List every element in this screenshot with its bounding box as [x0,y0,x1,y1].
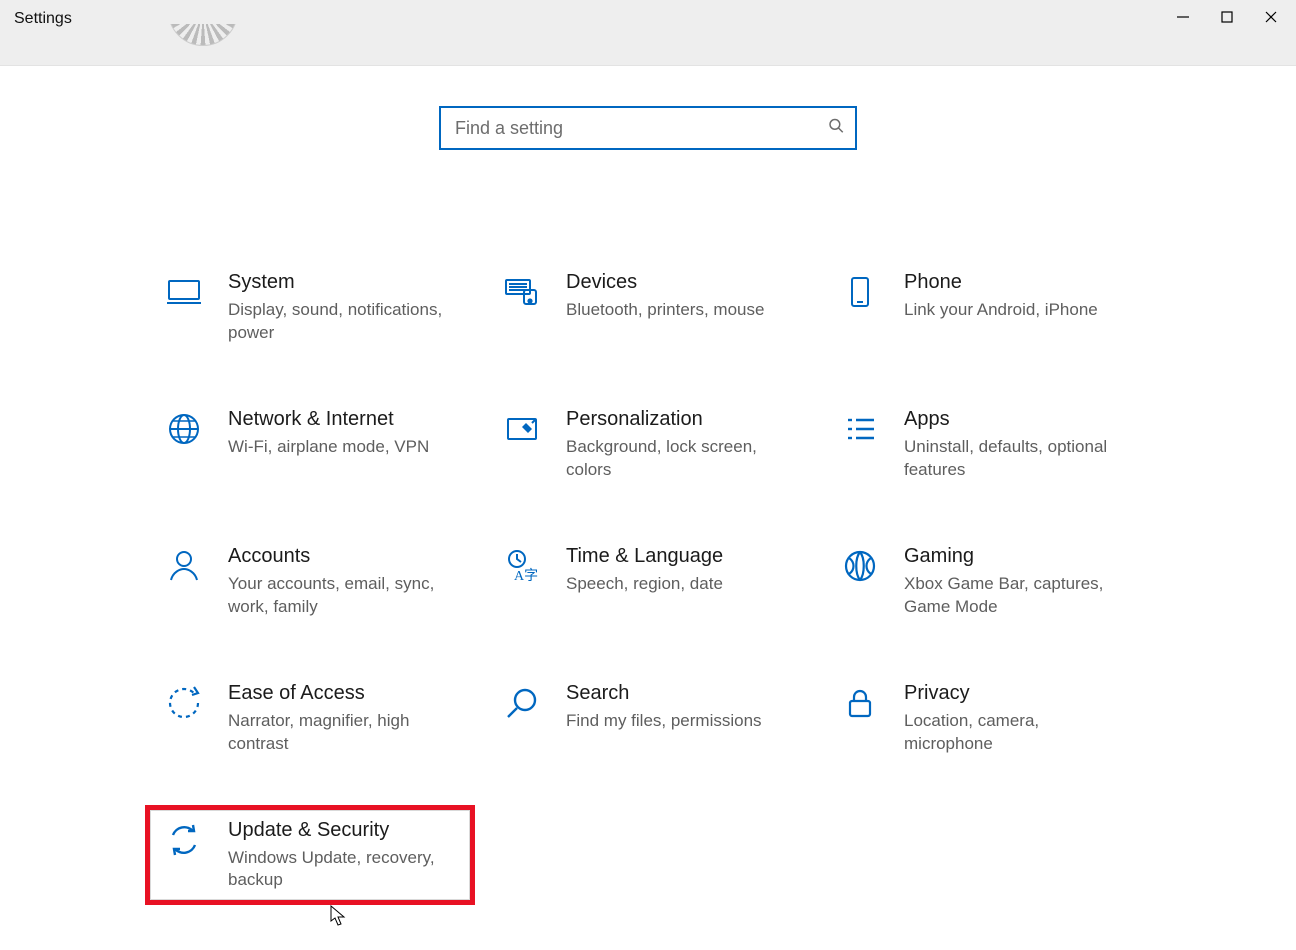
tile-title: Phone [904,270,1098,295]
tile-subtitle: Narrator, magnifier, high contrast [228,710,448,756]
tile-title: Gaming [904,544,1124,569]
cursor-icon [330,905,346,927]
tile-phone[interactable]: Phone Link your Android, iPhone [826,262,1146,353]
ease-of-access-icon [164,683,204,723]
apps-icon [840,409,880,449]
search-input[interactable] [439,106,857,150]
tile-subtitle: Find my files, permissions [566,710,762,733]
search-icon [827,117,845,140]
tile-title: Privacy [904,681,1124,706]
tile-title: Update & Security [228,818,448,843]
minimize-button[interactable] [1176,10,1190,24]
privacy-icon [840,683,880,723]
tile-ease-of-access[interactable]: Ease of Access Narrator, magnifier, high… [150,673,470,764]
accounts-icon [164,546,204,586]
tile-subtitle: Xbox Game Bar, captures, Game Mode [904,573,1124,619]
svg-text:A字: A字 [514,568,538,584]
tile-time-language[interactable]: A字 Time & Language Speech, region, date [488,536,808,627]
tile-title: Time & Language [566,544,723,569]
tile-system[interactable]: System Display, sound, notifications, po… [150,262,470,353]
tile-privacy[interactable]: Privacy Location, camera, microphone [826,673,1146,764]
tile-subtitle: Bluetooth, printers, mouse [566,299,764,322]
tile-subtitle: Link your Android, iPhone [904,299,1098,322]
tile-subtitle: Background, lock screen, colors [566,436,786,482]
tile-subtitle: Speech, region, date [566,573,723,596]
tile-title: Personalization [566,407,786,432]
tile-devices[interactable]: Devices Bluetooth, printers, mouse [488,262,808,353]
devices-icon [502,272,542,312]
tile-subtitle: Location, camera, microphone [904,710,1124,756]
titlebar: Settings [0,0,1296,66]
tile-subtitle: Uninstall, defaults, optional features [904,436,1124,482]
tile-subtitle: Your accounts, email, sync, work, family [228,573,448,619]
settings-grid: System Display, sound, notifications, po… [150,262,1180,900]
magnifier-icon [502,683,542,723]
personalization-icon [502,409,542,449]
tile-personalization[interactable]: Personalization Background, lock screen,… [488,399,808,490]
tile-network[interactable]: Network & Internet Wi-Fi, airplane mode,… [150,399,470,490]
close-button[interactable] [1264,10,1278,24]
tile-subtitle: Windows Update, recovery, backup [228,847,448,893]
tile-title: System [228,270,448,295]
content: System Display, sound, notifications, po… [0,106,1296,950]
update-security-icon [164,820,204,860]
tile-title: Search [566,681,762,706]
tile-subtitle: Display, sound, notifications, power [228,299,448,345]
avatar [168,24,238,66]
tile-title: Apps [904,407,1124,432]
window-title: Settings [0,0,86,38]
tile-gaming[interactable]: Gaming Xbox Game Bar, captures, Game Mod… [826,536,1146,627]
time-language-icon: A字 [502,546,542,586]
tile-title: Ease of Access [228,681,448,706]
phone-icon [840,272,880,312]
maximize-button[interactable] [1220,10,1234,24]
tile-subtitle: Wi-Fi, airplane mode, VPN [228,436,429,459]
tile-search[interactable]: Search Find my files, permissions [488,673,808,764]
tile-apps[interactable]: Apps Uninstall, defaults, optional featu… [826,399,1146,490]
tile-title: Accounts [228,544,448,569]
network-icon [164,409,204,449]
tile-accounts[interactable]: Accounts Your accounts, email, sync, wor… [150,536,470,627]
window-controls [1176,0,1296,24]
tile-title: Network & Internet [228,407,429,432]
search-box [439,106,857,150]
gaming-icon [840,546,880,586]
system-icon [164,272,204,312]
tile-update-security[interactable]: Update & Security Windows Update, recove… [150,810,470,901]
tile-title: Devices [566,270,764,295]
